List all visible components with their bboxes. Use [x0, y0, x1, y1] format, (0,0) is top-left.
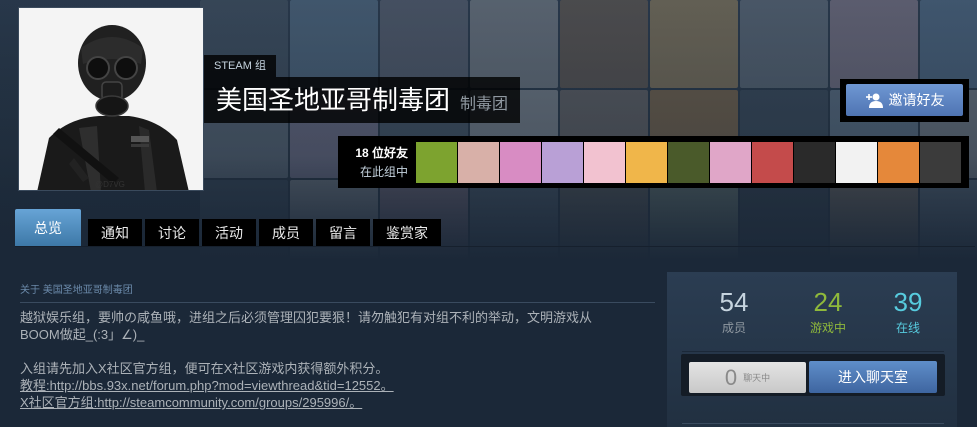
online-stat: 39 在线 — [873, 287, 943, 336]
about-header: 关于 美国圣地亚哥制毒团 — [20, 281, 655, 303]
tutorial-link[interactable]: 教程:http://bbs.93x.net/forum.php?mod=view… — [20, 377, 650, 394]
enter-chat-button[interactable]: 进入聊天室 — [809, 361, 937, 393]
chat-count-badge: 0 聊天中 — [689, 362, 806, 393]
tab-3[interactable]: 活动 — [202, 219, 256, 247]
friends-subtitle: 在此组中 — [359, 165, 408, 179]
invite-friends-label: 邀请好友 — [888, 92, 945, 108]
members-count: 54 — [719, 287, 749, 317]
friend-avatar[interactable] — [836, 141, 877, 183]
friend-avatar[interactable] — [584, 141, 625, 183]
group-title: 美国圣地亚哥制毒团 制毒团 — [204, 77, 521, 123]
members-label: 成员 — [721, 321, 746, 335]
tab-5[interactable]: 留言 — [316, 219, 370, 247]
friend-avatar[interactable] — [500, 141, 541, 183]
in-game-count: 24 — [813, 287, 843, 317]
friend-avatar[interactable] — [878, 141, 919, 183]
about-line: BOOM做起_(:3」∠)_ — [20, 327, 145, 342]
chat-count: 0 — [724, 364, 738, 390]
stats-bottom-divider — [682, 423, 944, 424]
in-game-stat: 24 游戏中 — [793, 287, 863, 336]
tab-0[interactable]: 总览 — [15, 209, 81, 247]
chat-count-label: 聊天中 — [743, 373, 771, 383]
friend-avatar[interactable] — [668, 141, 709, 183]
invite-button-frame: 邀请好友 — [840, 79, 969, 122]
group-name: 美国圣地亚哥制毒团 — [216, 85, 451, 115]
friend-avatar-list — [416, 141, 961, 183]
friend-avatar[interactable] — [626, 141, 667, 183]
online-label: 在线 — [895, 321, 920, 335]
about-line: 越狱娱乐组，要帅の咸鱼哦，进组之后必须管理囚犯要狠！请勿触犯有对组不利的举动，文… — [20, 310, 593, 325]
group-tabs: 总览 通知 讨论 活动 成员 留言 鉴赏家 — [15, 209, 441, 247]
official-group-link[interactable]: X社区官方组:http://steamcommunity.com/groups/… — [20, 394, 650, 411]
friend-avatar[interactable] — [416, 141, 457, 183]
add-friend-icon — [865, 93, 883, 108]
friend-avatar[interactable] — [920, 141, 961, 183]
chat-controls: 0 聊天中 进入聊天室 — [681, 354, 945, 396]
tab-4[interactable]: 成员 — [259, 219, 313, 247]
tab-6[interactable]: 鉴赏家 — [373, 219, 441, 247]
avatar-caption: @D7VG — [95, 180, 125, 189]
about-line: 入组请先加入X社区官方组，便可在X社区游戏内获得额外积分。 — [20, 361, 389, 376]
friend-avatar[interactable] — [458, 141, 499, 183]
friend-avatar[interactable] — [542, 141, 583, 183]
about-spacer — [20, 343, 650, 360]
invite-friends-button[interactable]: 邀请好友 — [846, 84, 963, 116]
about-body: 越狱娱乐组，要帅の咸鱼哦，进组之后必须管理囚犯要狠！请勿触犯有对组不利的举动，文… — [20, 309, 650, 411]
friend-avatar[interactable] — [710, 141, 751, 183]
friend-avatar[interactable] — [794, 141, 835, 183]
group-stats-panel: 54 成员 24 游戏中 39 在线 0 聊天中 进入聊天室 — [667, 272, 957, 427]
tab-1[interactable]: 通知 — [88, 219, 142, 247]
tab-2[interactable]: 讨论 — [145, 219, 199, 247]
friends-count: 18 位好友 — [355, 146, 408, 160]
group-abbreviation: 制毒团 — [460, 96, 509, 113]
group-avatar: @D7VG — [18, 7, 204, 191]
stats-divider — [682, 351, 944, 352]
online-count: 39 — [893, 287, 923, 317]
friends-in-group-text: 18 位好友 在此组中 — [344, 144, 416, 180]
group-kind-label: STEAM 组 — [204, 55, 276, 77]
in-game-label: 游戏中 — [809, 321, 846, 335]
friends-in-group: 18 位好友 在此组中 — [338, 136, 969, 188]
tabs-divider — [15, 246, 975, 247]
members-stat[interactable]: 54 成员 — [699, 287, 769, 336]
friend-avatar[interactable] — [752, 141, 793, 183]
